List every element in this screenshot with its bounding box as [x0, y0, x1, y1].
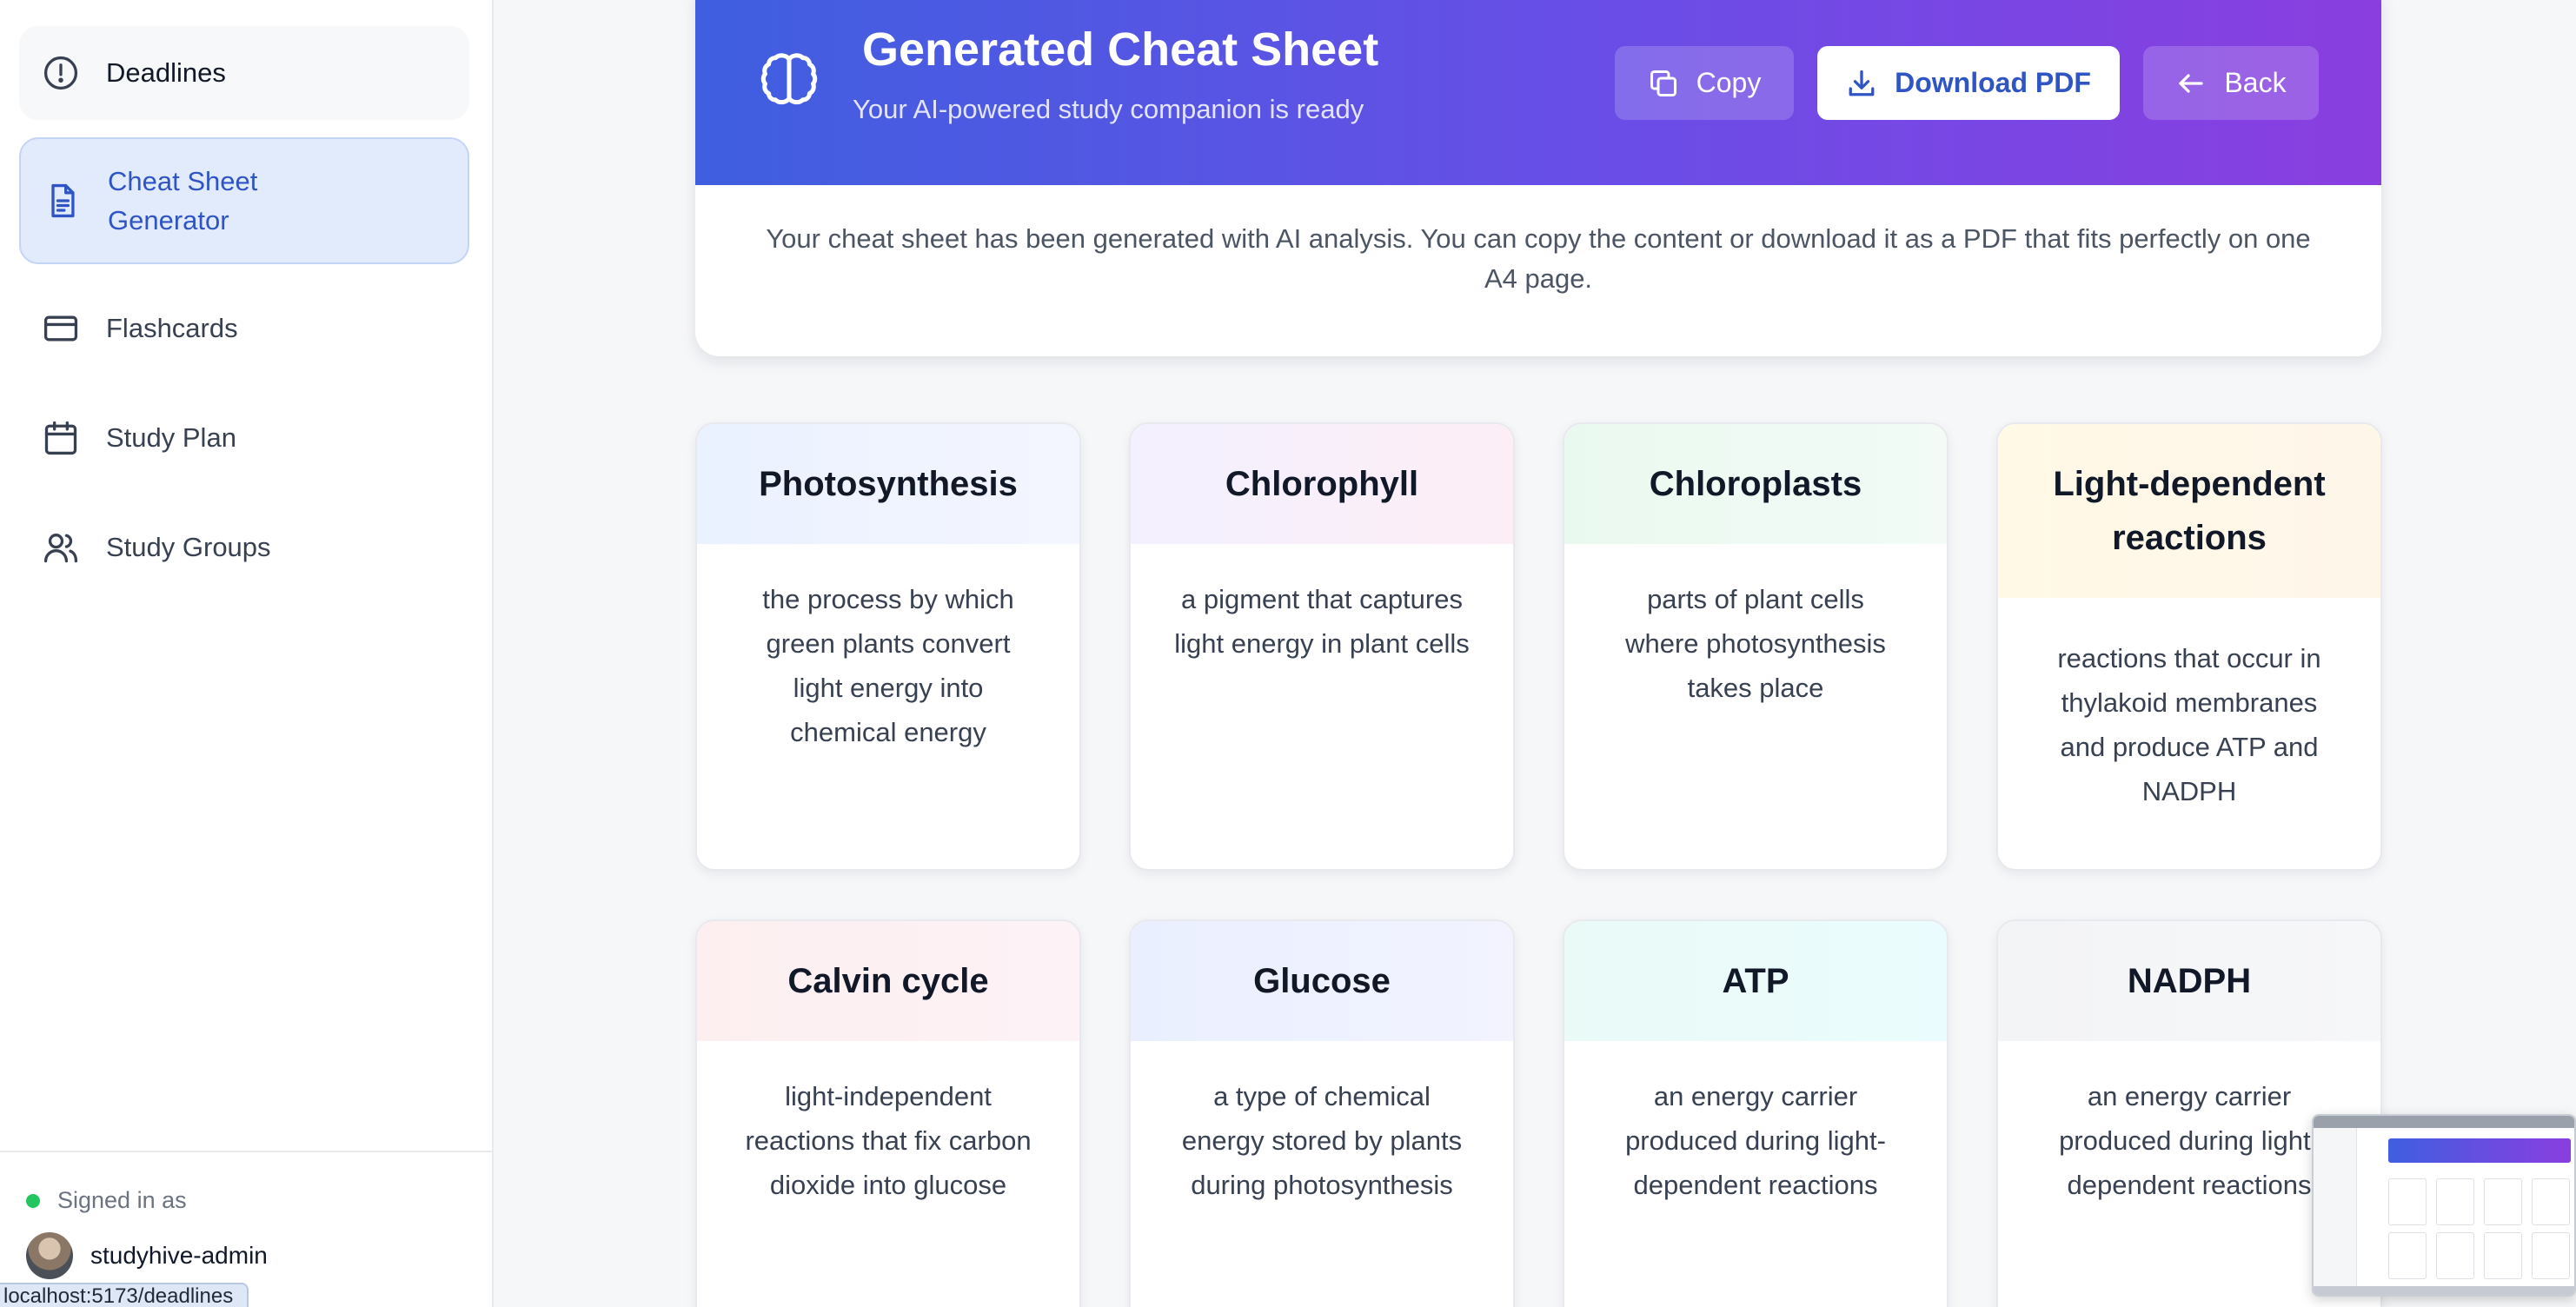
- sidebar: Deadlines Cheat Sheet Generator Flashcar…: [0, 0, 494, 1307]
- copy-button[interactable]: Copy: [1615, 46, 1794, 120]
- thumbnail-card: [2388, 1178, 2427, 1225]
- thumbnail-sidebar: [2314, 1128, 2357, 1286]
- term-card-definition: reactions that occur in thylakoid membra…: [2057, 643, 2321, 806]
- term-card-chloroplasts: Chloroplasts parts of plant cells where …: [1563, 422, 1949, 871]
- sidebar-item-label: Study Plan: [106, 422, 236, 453]
- thumbnail-header: [2388, 1138, 2571, 1163]
- thumbnail-card: [2436, 1232, 2474, 1279]
- signed-in-row: Signed in as: [26, 1187, 187, 1214]
- term-card-definition: a type of chemical energy stored by plan…: [1181, 1081, 1463, 1200]
- calendar-icon: [42, 419, 80, 457]
- header-banner: Generated Cheat Sheet Your AI-powered st…: [695, 0, 2381, 185]
- term-card-title: ATP: [1564, 921, 1947, 1041]
- term-card-title: Photosynthesis: [697, 424, 1079, 544]
- download-icon: [1849, 70, 1875, 96]
- sidebar-item-study-groups[interactable]: Study Groups: [19, 506, 469, 589]
- sidebar-item-study-plan[interactable]: Study Plan: [19, 396, 469, 480]
- term-card-title: Chlorophyll: [1131, 424, 1513, 544]
- sidebar-item-label: Deadlines: [106, 57, 226, 88]
- term-card-light-dependent-reactions: Light-dependent reactions reactions that…: [1996, 422, 2382, 871]
- copy-icon: [1650, 70, 1676, 96]
- username: studyhive-admin: [90, 1242, 268, 1269]
- page-subtitle: Your AI-powered study companion is ready: [853, 94, 1364, 124]
- sidebar-item-label: Study Groups: [106, 532, 271, 562]
- download-pdf-button[interactable]: Download PDF: [1817, 46, 2120, 120]
- term-card-definition: the process by which green plants conver…: [762, 584, 1014, 747]
- avatar: [26, 1232, 73, 1279]
- users-icon: [42, 528, 80, 567]
- term-card-title: Glucose: [1131, 921, 1513, 1041]
- download-pdf-button-label: Download PDF: [1895, 67, 2091, 98]
- back-button-label: Back: [2224, 67, 2287, 98]
- link-status-url: localhost:5173/deadlines: [0, 1283, 249, 1307]
- sidebar-item-label: Cheat Sheet Generator: [108, 166, 258, 236]
- thumbnail-card: [2532, 1232, 2570, 1279]
- cheat-sheet-header-card: Generated Cheat Sheet Your AI-powered st…: [695, 0, 2381, 356]
- term-card-glucose: Glucose a type of chemical energy stored…: [1129, 919, 1515, 1307]
- term-card-photosynthesis: Photosynthesis the process by which gree…: [695, 422, 1081, 871]
- document-icon: [43, 182, 82, 220]
- term-card-definition: an energy carrier produced during light-…: [1625, 1081, 1886, 1200]
- arrow-left-icon: [2179, 73, 2204, 93]
- back-button[interactable]: Back: [2143, 46, 2319, 120]
- thumbnail-card: [2484, 1178, 2522, 1225]
- copy-button-label: Copy: [1696, 67, 1762, 98]
- page-title: Generated Cheat Sheet: [862, 23, 1379, 76]
- term-card-atp: ATP an energy carrier produced during li…: [1563, 919, 1949, 1307]
- thumbnail-card: [2484, 1232, 2522, 1279]
- sidebar-item-deadlines[interactable]: Deadlines: [19, 26, 469, 120]
- term-card-definition: a pigment that captures light energy in …: [1174, 584, 1470, 659]
- sidebar-item-label: Flashcards: [106, 313, 238, 343]
- screenshot-thumbnail[interactable]: [2312, 1114, 2576, 1297]
- alert-circle-icon: [42, 54, 80, 92]
- term-card-title: Calvin cycle: [697, 921, 1079, 1041]
- signed-in-label: Signed in as: [57, 1187, 187, 1213]
- sidebar-item-flashcards[interactable]: Flashcards: [19, 287, 469, 370]
- term-card-definition: light-independent reactions that fix car…: [745, 1081, 1032, 1200]
- thumbnail-card: [2388, 1232, 2427, 1279]
- term-card-title: Light-dependent reactions: [1998, 424, 2380, 598]
- thumbnail-dock: [2314, 1286, 2574, 1295]
- term-card-calvin-cycle: Calvin cycle light-independent reactions…: [695, 919, 1081, 1307]
- sidebar-item-cheat-sheet-generator[interactable]: Cheat Sheet Generator: [19, 137, 469, 264]
- thumbnail-card: [2436, 1178, 2474, 1225]
- card-icon: [42, 309, 80, 348]
- thumbnail-menubar: [2314, 1116, 2574, 1128]
- cheat-sheet-description: Your cheat sheet has been generated with…: [766, 223, 2311, 294]
- user-row[interactable]: studyhive-admin: [26, 1232, 268, 1279]
- term-card-definition: parts of plant cells where photosynthesi…: [1625, 584, 1886, 703]
- brain-icon: [756, 47, 822, 113]
- thumbnail-card: [2532, 1178, 2570, 1225]
- term-card-chlorophyll: Chlorophyll a pigment that captures ligh…: [1129, 422, 1515, 871]
- term-card-title: Chloroplasts: [1564, 424, 1947, 544]
- term-card-title: NADPH: [1998, 921, 2380, 1041]
- online-status-dot: [26, 1193, 40, 1208]
